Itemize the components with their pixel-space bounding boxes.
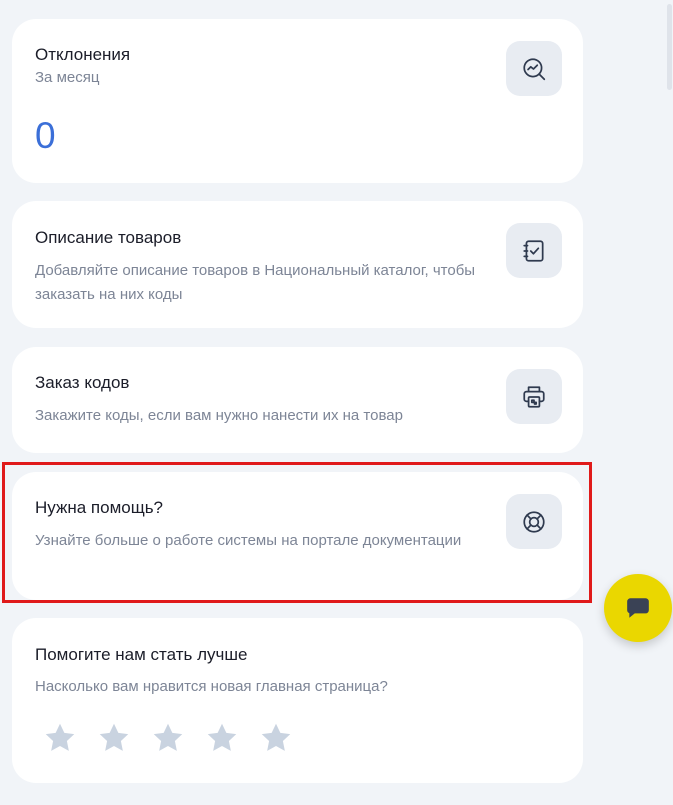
star-icon[interactable]	[42, 720, 78, 756]
deviations-card[interactable]: Отклонения За месяц 0	[12, 19, 583, 183]
scrollbar-thumb[interactable]	[667, 4, 672, 90]
products-description: Добавляйте описание товаров в Национальн…	[35, 262, 476, 303]
orders-card[interactable]: Заказ кодов Закажите коды, если вам нужн…	[12, 347, 583, 453]
products-card[interactable]: Описание товаров Добавляйте описание тов…	[12, 201, 583, 328]
chat-button[interactable]	[604, 574, 672, 642]
lifebuoy-icon	[523, 510, 545, 533]
deviations-title: Отклонения	[35, 45, 131, 64]
help-description: Узнайте больше о работе системы на порта…	[35, 532, 462, 549]
feedback-card: Помогите нам стать лучше Насколько вам н…	[12, 618, 583, 783]
orders-description: Закажите коды, если вам нужно нанести их…	[35, 407, 403, 424]
deviations-icon-button[interactable]	[506, 41, 562, 96]
star-icon[interactable]	[96, 720, 132, 756]
orders-icon-button[interactable]	[506, 369, 562, 424]
chat-bubble-icon	[627, 598, 649, 618]
deviations-count: 0	[35, 115, 56, 156]
products-icon-button[interactable]	[506, 223, 562, 278]
star-icon[interactable]	[204, 720, 240, 756]
feedback-title: Помогите нам стать лучше	[35, 645, 248, 664]
help-icon-button[interactable]	[506, 494, 562, 549]
checklist-notebook-icon	[523, 239, 544, 262]
products-title: Описание товаров	[35, 228, 182, 247]
star-icon[interactable]	[150, 720, 186, 756]
rating-stars[interactable]	[42, 720, 294, 756]
orders-title: Заказ кодов	[35, 373, 130, 392]
help-title: Нужна помощь?	[35, 498, 164, 517]
star-icon[interactable]	[258, 720, 294, 756]
printer-code-icon	[523, 385, 545, 408]
feedback-question: Насколько вам нравится новая главная стр…	[35, 678, 388, 695]
help-card[interactable]: Нужна помощь? Узнайте больше о работе си…	[12, 472, 583, 600]
chart-magnifier-icon	[523, 57, 546, 80]
deviations-period: За месяц	[35, 69, 100, 86]
